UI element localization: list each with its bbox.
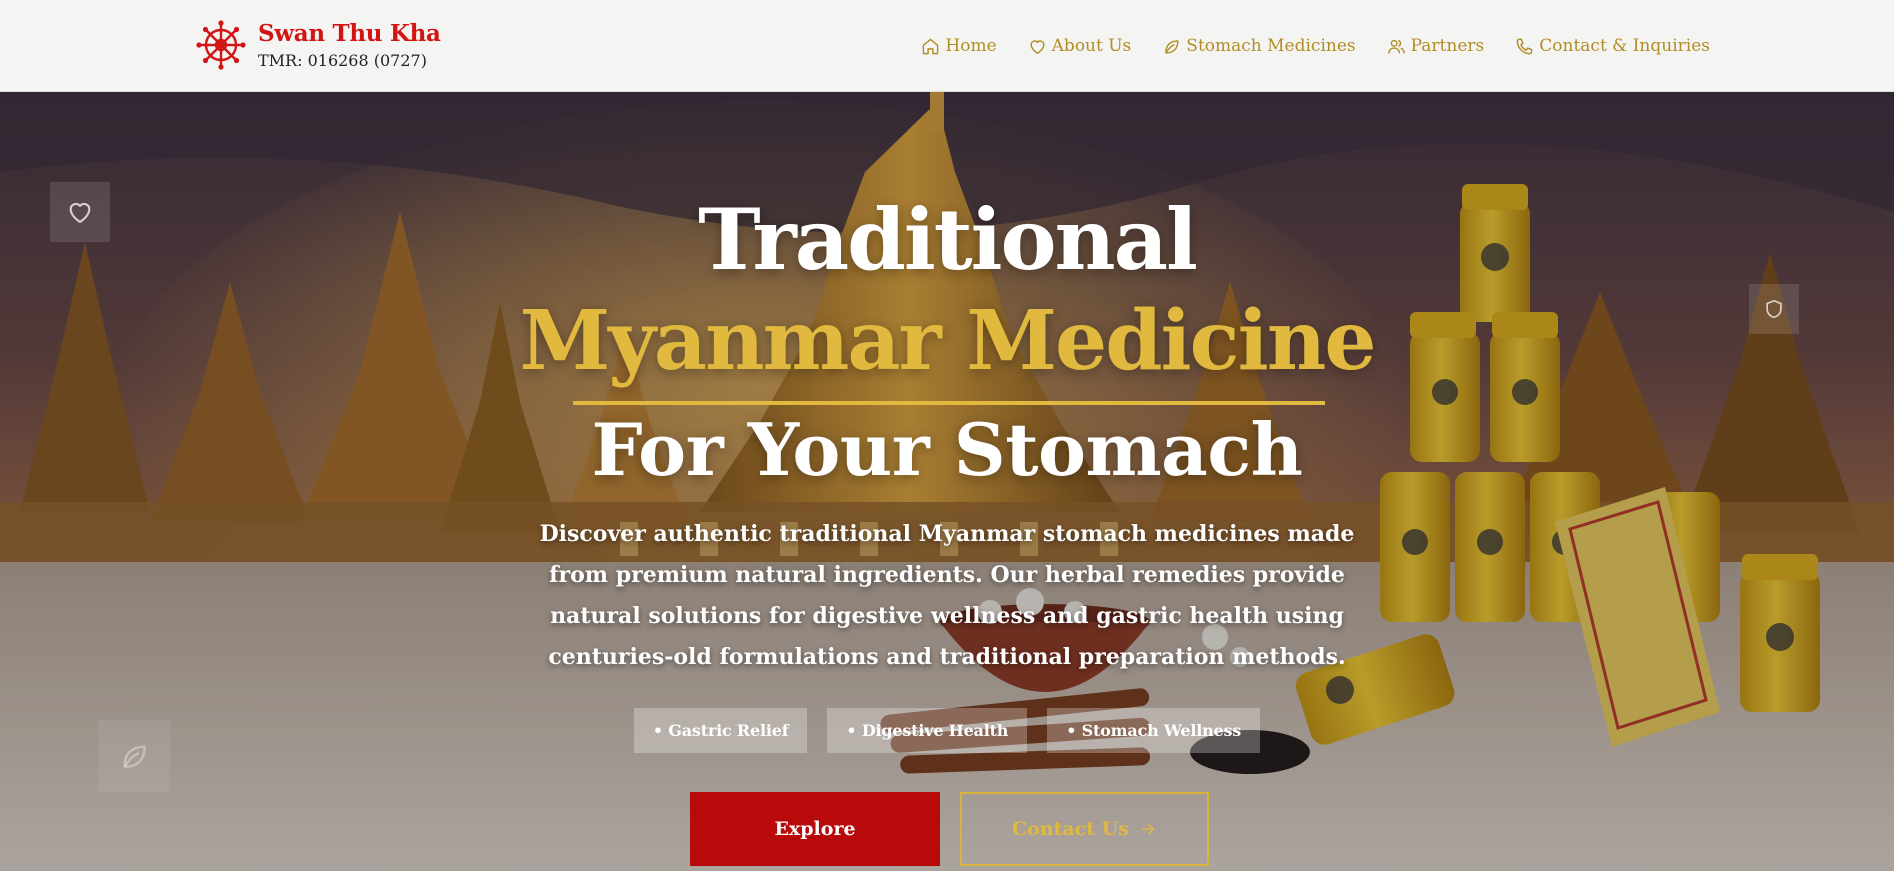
nav-item-home[interactable]: Home (921, 36, 997, 56)
brand-name: Swan Thu Kha (258, 20, 441, 47)
hero-title-line-1: Traditional (698, 190, 1198, 289)
phone-icon (1516, 38, 1533, 54)
nav-item-about-us[interactable]: About Us (1028, 36, 1132, 56)
contact-us-button-label: Contact Us (1012, 818, 1129, 840)
nav-item-partners[interactable]: Partners (1387, 36, 1485, 56)
hero-description: Discover authentic traditional Myanmar s… (539, 521, 1355, 670)
home-icon (923, 38, 939, 54)
leaf-icon (1165, 39, 1179, 54)
hero-section: Traditional Myanmar Medicine For Your St… (0, 92, 1894, 871)
tag-stomach-wellness: • Stomach Wellness (1047, 708, 1261, 753)
nav-item-label: Contact & Inquiries (1539, 36, 1710, 56)
hero-cta-group: Explore Contact Us (0, 792, 1894, 868)
nav-item-label: Home (945, 36, 997, 56)
nav-item-label: Stomach Medicines (1186, 36, 1356, 56)
main-nav: Home About Us Stomach Medicines Partners… (921, 0, 1710, 92)
heart-icon (1030, 39, 1045, 54)
arrow-right-icon (1141, 823, 1154, 835)
tag-digestive-health: • Digestive Health (827, 708, 1028, 753)
nav-item-contact-inquiries[interactable]: Contact & Inquiries (1515, 36, 1710, 56)
hero-tags: • Gastric Relief • Digestive Health • St… (0, 708, 1894, 753)
brand-tmr-number: TMR: 016268 (0727) (258, 51, 427, 70)
dharma-wheel-logo-icon (196, 20, 246, 70)
users-icon (1387, 39, 1405, 54)
hero-title-line-2: Myanmar Medicine (519, 293, 1376, 389)
explore-button-label: Explore (774, 818, 856, 840)
nav-item-stomach-medicines[interactable]: Stomach Medicines (1162, 36, 1356, 56)
tag-gastric-relief: • Gastric Relief (633, 708, 808, 753)
nav-item-label: Partners (1410, 36, 1485, 56)
site-header: Swan Thu Kha TMR: 016268 (0727) Home Abo… (0, 0, 1894, 92)
nav-item-label: About Us (1051, 36, 1132, 56)
hero-title-line-3: For Your Stomach (591, 407, 1303, 492)
brand[interactable]: Swan Thu Kha TMR: 016268 (0727) (196, 19, 441, 71)
explore-button[interactable]: Explore (690, 792, 940, 866)
contact-us-button[interactable]: Contact Us (960, 792, 1209, 866)
